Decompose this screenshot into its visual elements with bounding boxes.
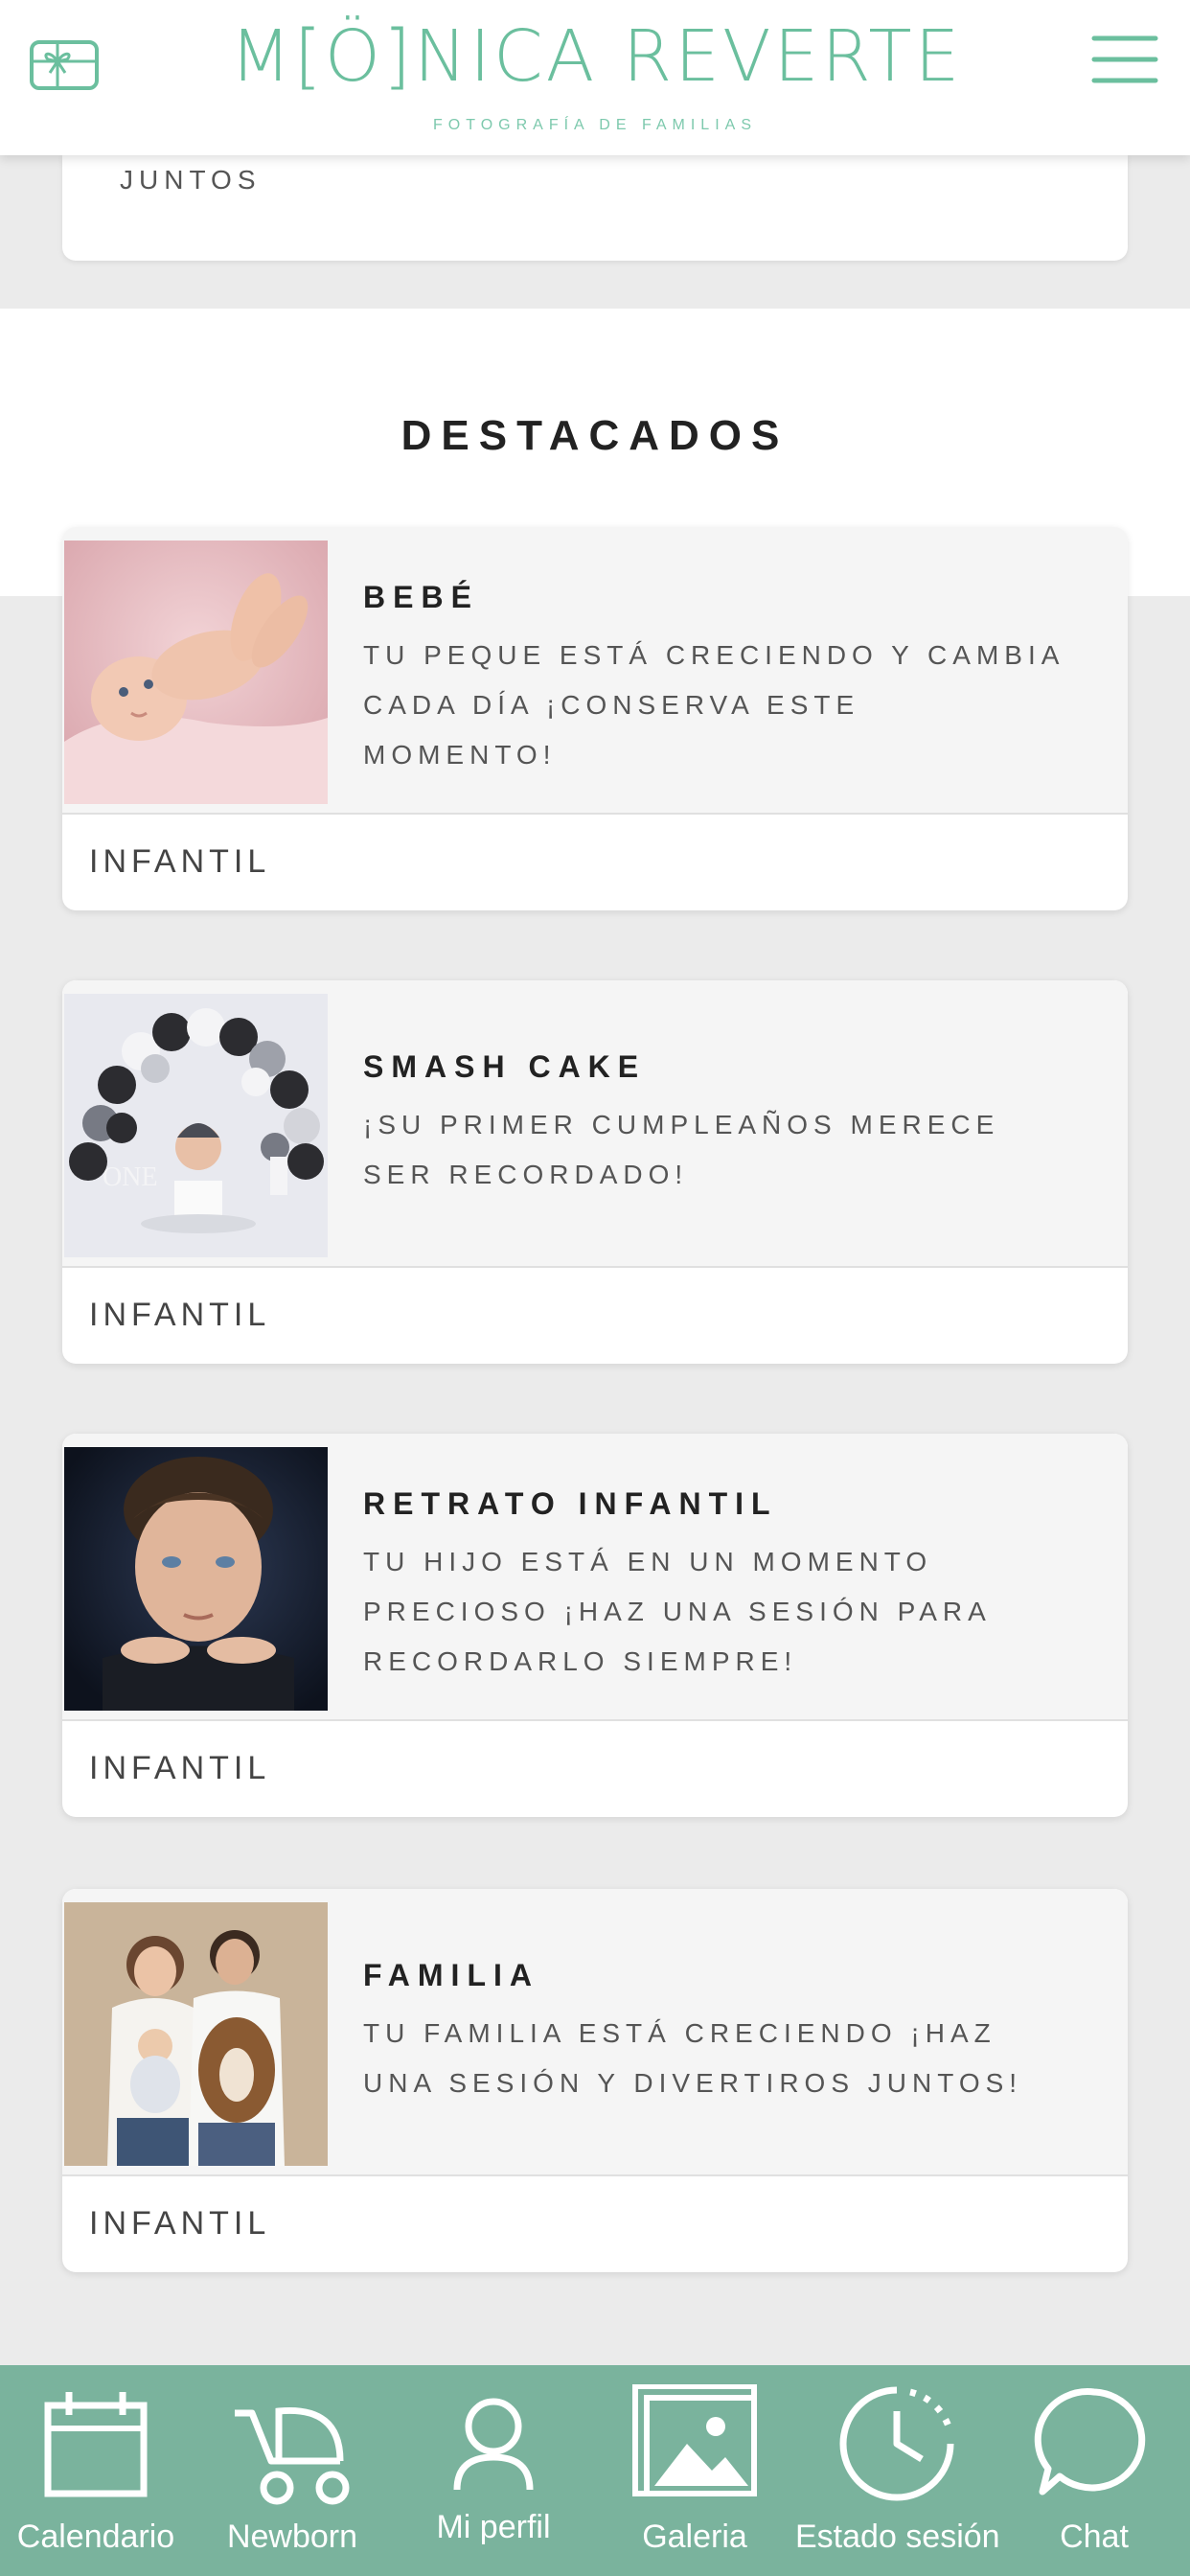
gallery-icon [599, 2383, 790, 2509]
baby-stroller-icon [196, 2384, 388, 2509]
card-category: INFANTIL [89, 2205, 271, 2242]
card-title: SMASH CAKE [363, 1049, 647, 1084]
chat-bubble-icon [998, 2384, 1190, 2509]
featured-card-retrato-infantil[interactable]: RETRATO INFANTIL TU HIJO ESTÁ EN UN MOME… [62, 1434, 1128, 1817]
nav-item-estado-sesion[interactable]: Estado sesión [795, 2365, 1000, 2576]
card-photo-child-portrait [64, 1447, 328, 1711]
card-description: TU HIJO ESTÁ EN UN MOMENTO PRECIOSO ¡HAZ… [363, 1547, 992, 1676]
brand-logo[interactable]: M[Ö]NICA REVERTE FOTOGRAFÍA DE FAMILIAS [230, 13, 960, 134]
featured-card-familia[interactable]: FAMILIA TU FAMILIA ESTÁ CRECIENDO ¡HAZ U… [62, 1889, 1128, 2272]
nav-item-newborn[interactable]: Newborn [196, 2365, 388, 2576]
previous-card-text: JUNTOS [120, 165, 262, 195]
nav-item-calendario[interactable]: Calendario [0, 2365, 192, 2576]
card-photo-smash-cake: ONE [64, 994, 328, 1257]
card-title: BEBÉ [363, 580, 479, 614]
user-icon [398, 2384, 589, 2509]
card-category: INFANTIL [89, 843, 271, 880]
nav-label: Estado sesión [795, 2518, 1000, 2555]
card-top: FAMILIA TU FAMILIA ESTÁ CRECIENDO ¡HAZ U… [62, 1889, 1128, 2176]
card-photo-baby [64, 540, 328, 804]
previous-section: JUNTOS [0, 155, 1190, 309]
nav-label: Calendario [16, 2518, 175, 2555]
card-photo-family [64, 1902, 328, 2166]
nav-item-chat[interactable]: Chat [998, 2365, 1190, 2576]
card-title: RETRATO INFANTIL [363, 1486, 778, 1521]
calendar-icon [0, 2384, 192, 2509]
gift-card-icon[interactable] [29, 36, 100, 94]
featured-title: DESTACADOS [400, 412, 790, 459]
card-top: ONE SMASH CAKE ¡SU PRIMER CUMPLEAÑOS MER… [62, 980, 1128, 1268]
bottom-navigation: Calendario Newborn Mi perfil Galeria Est… [0, 2365, 1190, 2576]
clock-icon [795, 2384, 998, 2509]
brand-name: M[Ö]NICA REVERTE [230, 15, 963, 98]
card-description: TU FAMILIA ESTÁ CRECIENDO ¡HAZ UNA SESIÓ… [363, 2018, 1023, 2098]
nav-item-galeria[interactable]: Galeria [599, 2365, 790, 2576]
card-description: TU PEQUE ESTÁ CRECIENDO Y CAMBIA CADA DÍ… [363, 640, 1065, 770]
card-category: INFANTIL [89, 1297, 271, 1333]
hamburger-menu-icon[interactable] [1090, 33, 1159, 86]
svg-text:ONE: ONE [103, 1162, 158, 1192]
card-top: BEBÉ TU PEQUE ESTÁ CRECIENDO Y CAMBIA CA… [62, 527, 1128, 815]
nav-label: Galeria [642, 2518, 747, 2555]
featured-card-bebe[interactable]: BEBÉ TU PEQUE ESTÁ CRECIENDO Y CAMBIA CA… [62, 527, 1128, 910]
previous-card[interactable]: JUNTOS [62, 155, 1128, 261]
nav-item-mi-perfil[interactable]: Mi perfil [398, 2365, 589, 2576]
card-category: INFANTIL [89, 1750, 271, 1786]
nav-label: Mi perfil [436, 2509, 551, 2545]
app-header: M[Ö]NICA REVERTE FOTOGRAFÍA DE FAMILIAS [0, 0, 1190, 155]
card-description: ¡SU PRIMER CUMPLEAÑOS MERECE SER RECORDA… [363, 1110, 1000, 1189]
card-title: FAMILIA [363, 1958, 539, 1992]
featured-card-smash-cake[interactable]: ONE SMASH CAKE ¡SU PRIMER CUMPLEAÑOS MER… [62, 980, 1128, 1364]
nav-label: Chat [1060, 2518, 1129, 2555]
nav-label: Newborn [226, 2518, 358, 2555]
brand-subtitle: FOTOGRAFÍA DE FAMILIAS [433, 117, 757, 133]
card-top: RETRATO INFANTIL TU HIJO ESTÁ EN UN MOME… [62, 1434, 1128, 1721]
